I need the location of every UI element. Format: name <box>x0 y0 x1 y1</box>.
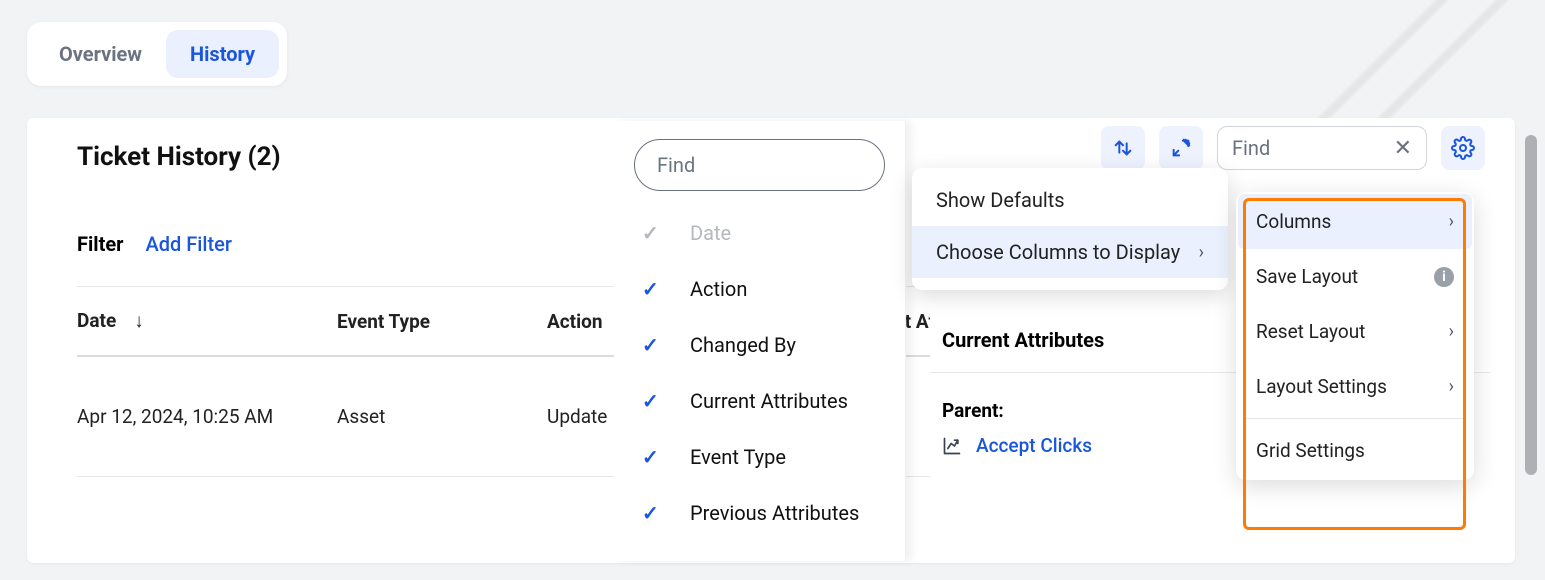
column-option-previous-attributes[interactable]: ✓ Previous Attributes <box>614 485 905 541</box>
cell-event-type: Asset <box>337 405 547 428</box>
col-event-type[interactable]: Event Type <box>337 310 547 333</box>
tabs: Overview History <box>27 22 287 86</box>
column-find-input[interactable]: Find <box>634 139 885 191</box>
tab-history[interactable]: History <box>166 30 279 78</box>
chart-line-icon <box>942 436 962 456</box>
info-icon: i <box>1434 267 1454 287</box>
close-icon[interactable]: ✕ <box>1394 136 1412 161</box>
settings-columns[interactable]: Columns › <box>1238 194 1472 249</box>
filter-label: Filter <box>77 232 123 256</box>
column-option-action[interactable]: ✓ Action <box>614 261 905 317</box>
chevron-right-icon: › <box>1449 376 1454 397</box>
column-option-current-attributes[interactable]: ✓ Current Attributes <box>614 373 905 429</box>
sort-down-icon: ↓ <box>134 309 144 332</box>
settings-layout-settings[interactable]: Layout Settings › <box>1238 359 1472 414</box>
submenu-show-defaults[interactable]: Show Defaults <box>912 174 1228 226</box>
settings-reset-layout[interactable]: Reset Layout › <box>1238 304 1472 359</box>
find-input-top[interactable]: Find ✕ <box>1217 126 1427 170</box>
settings-grid-settings[interactable]: Grid Settings <box>1238 423 1472 478</box>
chevron-right-icon: › <box>1449 321 1454 342</box>
settings-save-layout[interactable]: Save Layout i <box>1238 249 1472 304</box>
sort-arrows-icon <box>1112 137 1134 159</box>
check-icon: ✓ <box>642 277 664 301</box>
gear-icon <box>1451 136 1475 160</box>
scrollbar[interactable] <box>1525 135 1537 475</box>
expand-button[interactable] <box>1159 126 1203 170</box>
tab-overview[interactable]: Overview <box>35 30 166 78</box>
column-option-date[interactable]: ✓ Date <box>614 205 905 261</box>
toolbar: Find ✕ <box>1101 126 1485 170</box>
column-chooser: Find ✓ Date ✓ Action ✓ Changed By ✓ Curr… <box>614 121 906 561</box>
settings-button[interactable] <box>1441 126 1485 170</box>
sort-button[interactable] <box>1101 126 1145 170</box>
chevron-right-icon: › <box>1449 211 1454 232</box>
column-option-event-type[interactable]: ✓ Event Type <box>614 429 905 485</box>
check-icon: ✓ <box>642 221 664 245</box>
submenu-choose-columns[interactable]: Choose Columns to Display › <box>912 226 1228 278</box>
cell-date: Apr 12, 2024, 10:25 AM <box>77 405 337 428</box>
check-icon: ✓ <box>642 389 664 413</box>
columns-submenu: Show Defaults Choose Columns to Display … <box>912 168 1228 290</box>
expand-close-icon <box>1170 137 1192 159</box>
check-icon: ✓ <box>642 501 664 525</box>
add-filter-link[interactable]: Add Filter <box>145 232 231 256</box>
col-date[interactable]: Date↓ <box>77 309 337 333</box>
check-icon: ✓ <box>642 333 664 357</box>
check-icon: ✓ <box>642 445 664 469</box>
find-placeholder: Find <box>1232 136 1270 160</box>
chevron-right-icon: › <box>1199 242 1204 263</box>
settings-menu: Columns › Save Layout i Reset Layout › L… <box>1236 192 1474 480</box>
column-option-changed-by[interactable]: ✓ Changed By <box>614 317 905 373</box>
